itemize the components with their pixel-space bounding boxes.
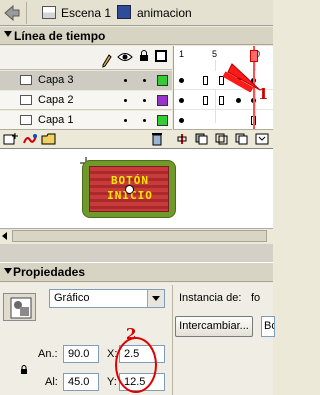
- lock-dot[interactable]: [143, 99, 146, 102]
- y-label: Y:: [107, 376, 117, 388]
- selected-behavior: Gráfico: [54, 292, 90, 304]
- modify-markers-icon[interactable]: [255, 133, 269, 145]
- symbol-behavior-select[interactable]: Gráfico: [49, 289, 165, 308]
- layer-color-swatch[interactable]: [157, 95, 168, 106]
- timeline-title: Línea de tiempo: [14, 29, 106, 43]
- back-arrow-icon[interactable]: [2, 3, 22, 23]
- frame-row-capa-1[interactable]: [174, 111, 273, 130]
- width-input[interactable]: 90.0: [63, 345, 99, 363]
- symbol-breadcrumb[interactable]: animacion: [137, 6, 192, 20]
- lock-icon[interactable]: [139, 50, 149, 62]
- width-label: An.:: [38, 348, 58, 360]
- collapse-arrow-icon[interactable]: [4, 31, 12, 37]
- layer-icon: [20, 75, 32, 85]
- layer-icon: [20, 115, 32, 125]
- instance-of-label: Instancia de:: [179, 292, 242, 304]
- insert-layer-icon[interactable]: [3, 132, 19, 146]
- pencil-icon: [102, 54, 112, 68]
- lock-dot[interactable]: [143, 119, 146, 122]
- visibility-dot[interactable]: [124, 99, 127, 102]
- add-guide-layer-icon[interactable]: [22, 132, 38, 146]
- annotation-number-1: 1: [258, 85, 269, 103]
- layer-row-capa-2[interactable]: Capa 2: [0, 91, 172, 110]
- outline-icon[interactable]: [155, 50, 167, 62]
- annotation-arrow-icon: [222, 63, 261, 92]
- center-frame-icon[interactable]: [176, 133, 188, 145]
- timeline-footer: [0, 129, 172, 147]
- layer-row-capa-3[interactable]: Capa 3: [0, 71, 172, 90]
- layer-name: Capa 3: [38, 74, 74, 86]
- visibility-dot[interactable]: [124, 119, 127, 122]
- frames-footer: [173, 129, 273, 147]
- panel-divider: [172, 285, 173, 395]
- graphic-symbol-icon: [3, 293, 36, 321]
- edit-multiple-frames-icon[interactable]: [235, 133, 249, 145]
- onion-outline-icon[interactable]: [215, 133, 229, 145]
- graphic-symbol-icon: [117, 5, 131, 19]
- toolbar-separator: [26, 2, 27, 24]
- layer-header-row: [0, 46, 172, 70]
- layer-row-capa-1[interactable]: Capa 1: [0, 111, 172, 130]
- collapse-arrow-icon[interactable]: [4, 268, 12, 274]
- instance-of-value: fo: [251, 292, 261, 304]
- swap-symbol-button[interactable]: Intercambiar...: [175, 316, 253, 337]
- onion-skin-icon[interactable]: [195, 133, 209, 145]
- lock-dot[interactable]: [143, 79, 146, 82]
- visibility-dot[interactable]: [124, 79, 127, 82]
- constrain-proportions-icon[interactable]: [20, 365, 28, 374]
- layer-color-swatch[interactable]: [157, 115, 168, 126]
- color-style-field[interactable]: Bo: [261, 316, 275, 337]
- transform-point-icon[interactable]: [125, 185, 134, 194]
- layer-name: Capa 2: [38, 94, 74, 106]
- scrollbar-thumb[interactable]: [12, 230, 267, 242]
- scene-breadcrumb[interactable]: Escena 1: [61, 6, 111, 20]
- properties-title: Propiedades: [13, 265, 86, 279]
- panel-gap: [0, 244, 273, 262]
- annotation-ellipse: [115, 337, 157, 393]
- layer-color-swatch[interactable]: [157, 75, 168, 86]
- height-label: Al:: [45, 376, 58, 388]
- scene-icon: [42, 6, 56, 19]
- height-input[interactable]: 45.0: [63, 373, 99, 391]
- trash-icon[interactable]: [150, 132, 164, 146]
- layer-icon: [20, 95, 32, 105]
- eye-icon[interactable]: [117, 52, 133, 62]
- layer-name: Capa 1: [38, 114, 74, 126]
- frame-number: 1: [179, 49, 185, 59]
- chevron-down-icon[interactable]: [147, 290, 164, 307]
- scroll-left-arrow-icon[interactable]: [2, 232, 7, 240]
- frame-number: 5: [212, 49, 218, 59]
- insert-folder-icon[interactable]: [41, 132, 57, 146]
